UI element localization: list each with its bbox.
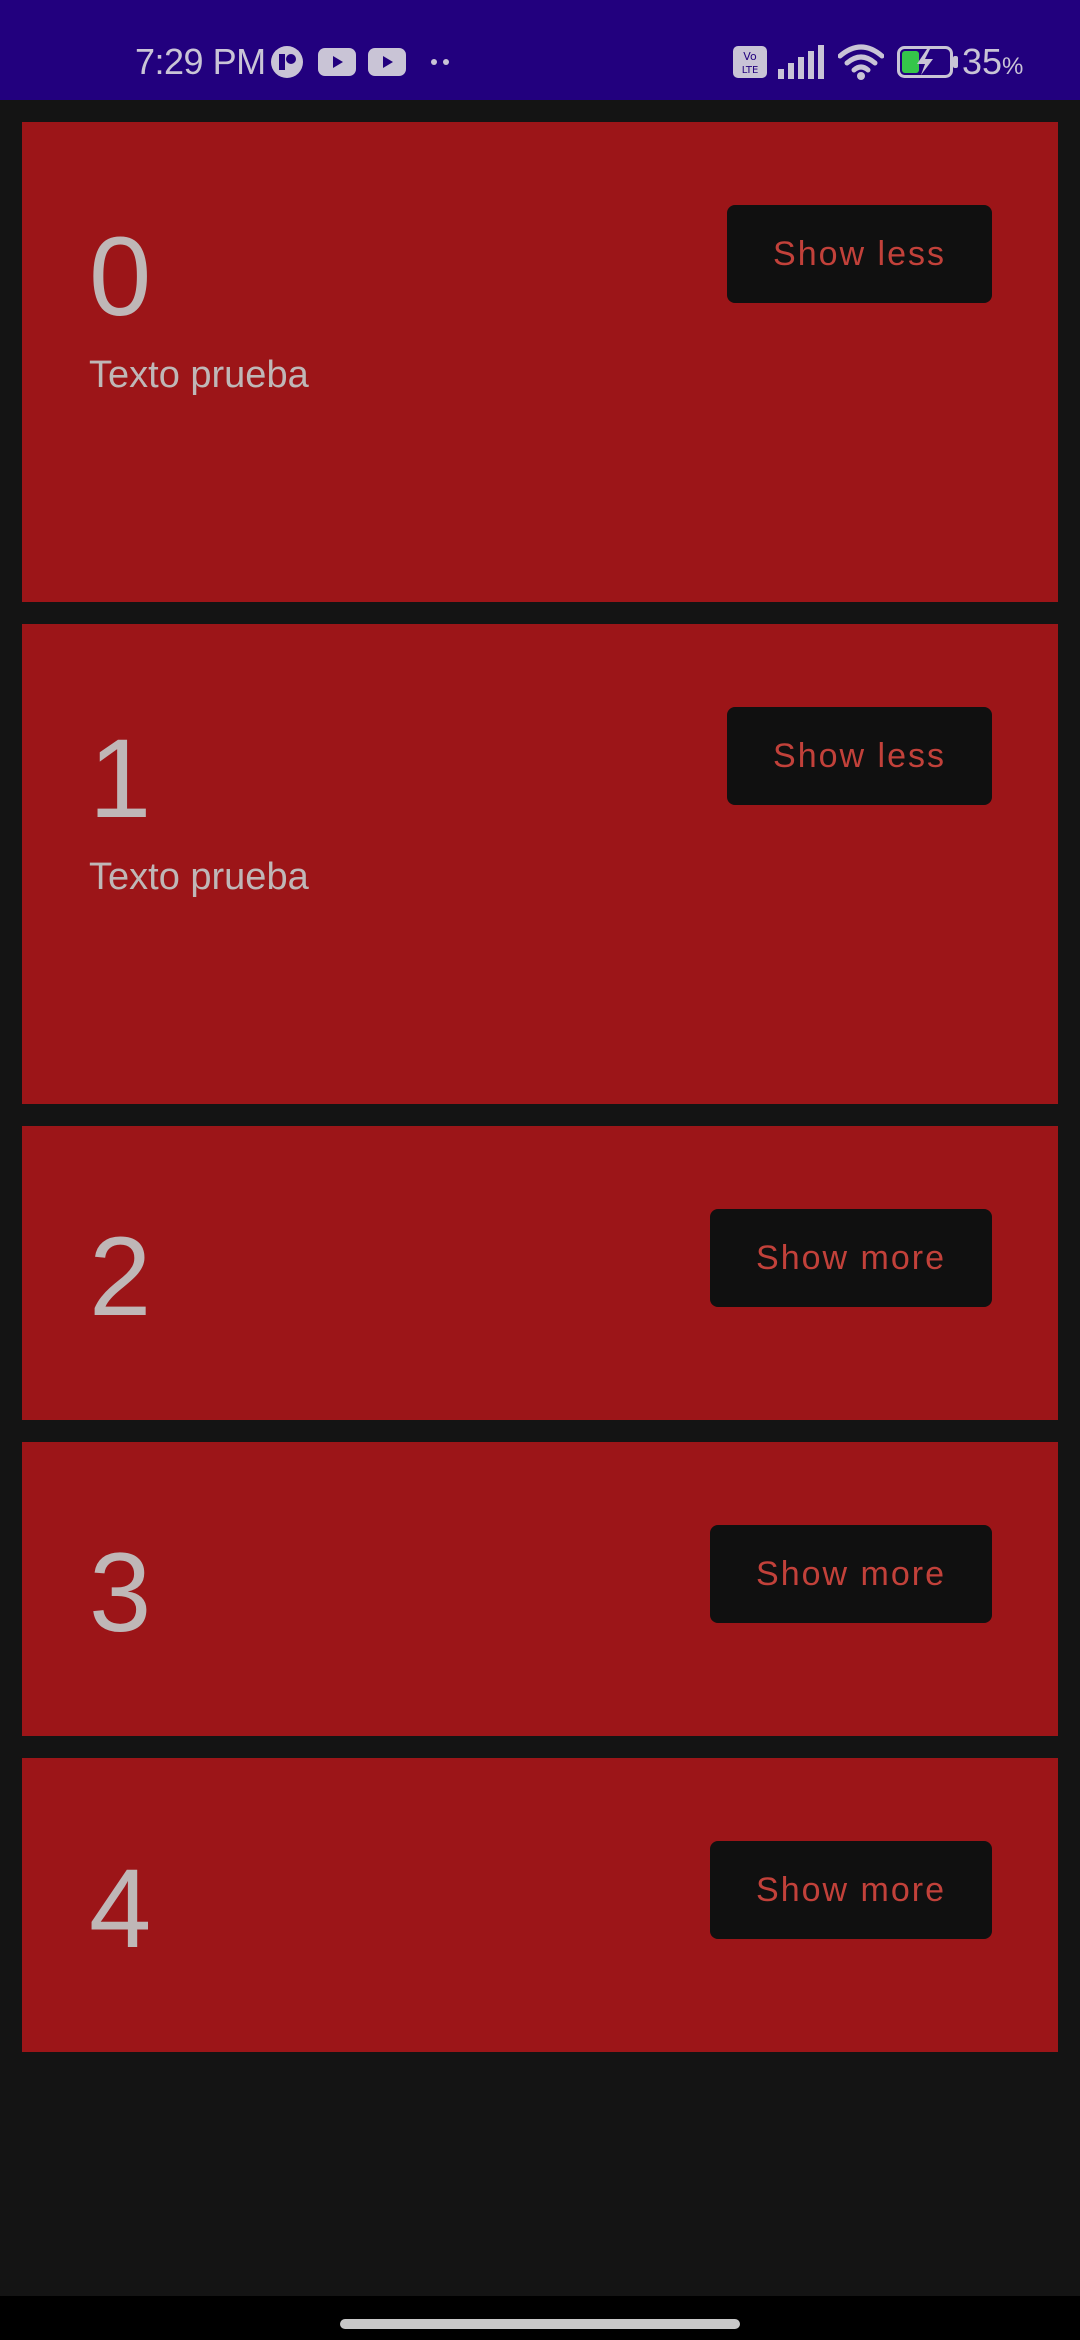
battery-charging-icon (897, 46, 958, 78)
volte-icon: Vo LTE (733, 46, 767, 78)
card-number: 1 (89, 716, 152, 841)
list-item: 0 Texto prueba Show less (22, 122, 1058, 602)
card-number: 4 (89, 1846, 152, 1971)
youtube-icon (368, 48, 406, 76)
svg-text:Vo: Vo (743, 50, 757, 63)
status-bar: 7:29 PM Vo LTE 35% (0, 0, 1080, 100)
youtube-icon (318, 48, 356, 76)
card-list: 0 Texto prueba Show less 1 Texto prueba … (22, 122, 1058, 2074)
more-notifications-icon (431, 59, 449, 65)
card-number: 3 (89, 1530, 152, 1655)
list-item: 3 Show more (22, 1442, 1058, 1736)
status-time: 7:29 PM (135, 41, 266, 82)
list-item: 2 Show more (22, 1126, 1058, 1420)
navigation-bar (0, 2296, 1080, 2340)
card-number: 2 (89, 1214, 152, 1339)
show-less-button[interactable]: Show less (727, 205, 992, 303)
show-more-button[interactable]: Show more (710, 1841, 992, 1939)
show-more-button[interactable]: Show more (710, 1525, 992, 1623)
home-gesture-handle[interactable] (340, 2319, 740, 2329)
show-more-button[interactable]: Show more (710, 1209, 992, 1307)
show-less-button[interactable]: Show less (727, 707, 992, 805)
card-text: Texto prueba (89, 856, 309, 898)
list-item: 1 Texto prueba Show less (22, 624, 1058, 1104)
wifi-icon (838, 44, 884, 80)
app-notification-icon (271, 46, 303, 78)
card-number: 0 (89, 214, 152, 339)
svg-text:LTE: LTE (742, 65, 759, 76)
battery-percentage: 35% (962, 41, 1024, 82)
list-item: 4 Show more (22, 1758, 1058, 2052)
card-text: Texto prueba (89, 354, 309, 396)
signal-icon (778, 45, 824, 79)
